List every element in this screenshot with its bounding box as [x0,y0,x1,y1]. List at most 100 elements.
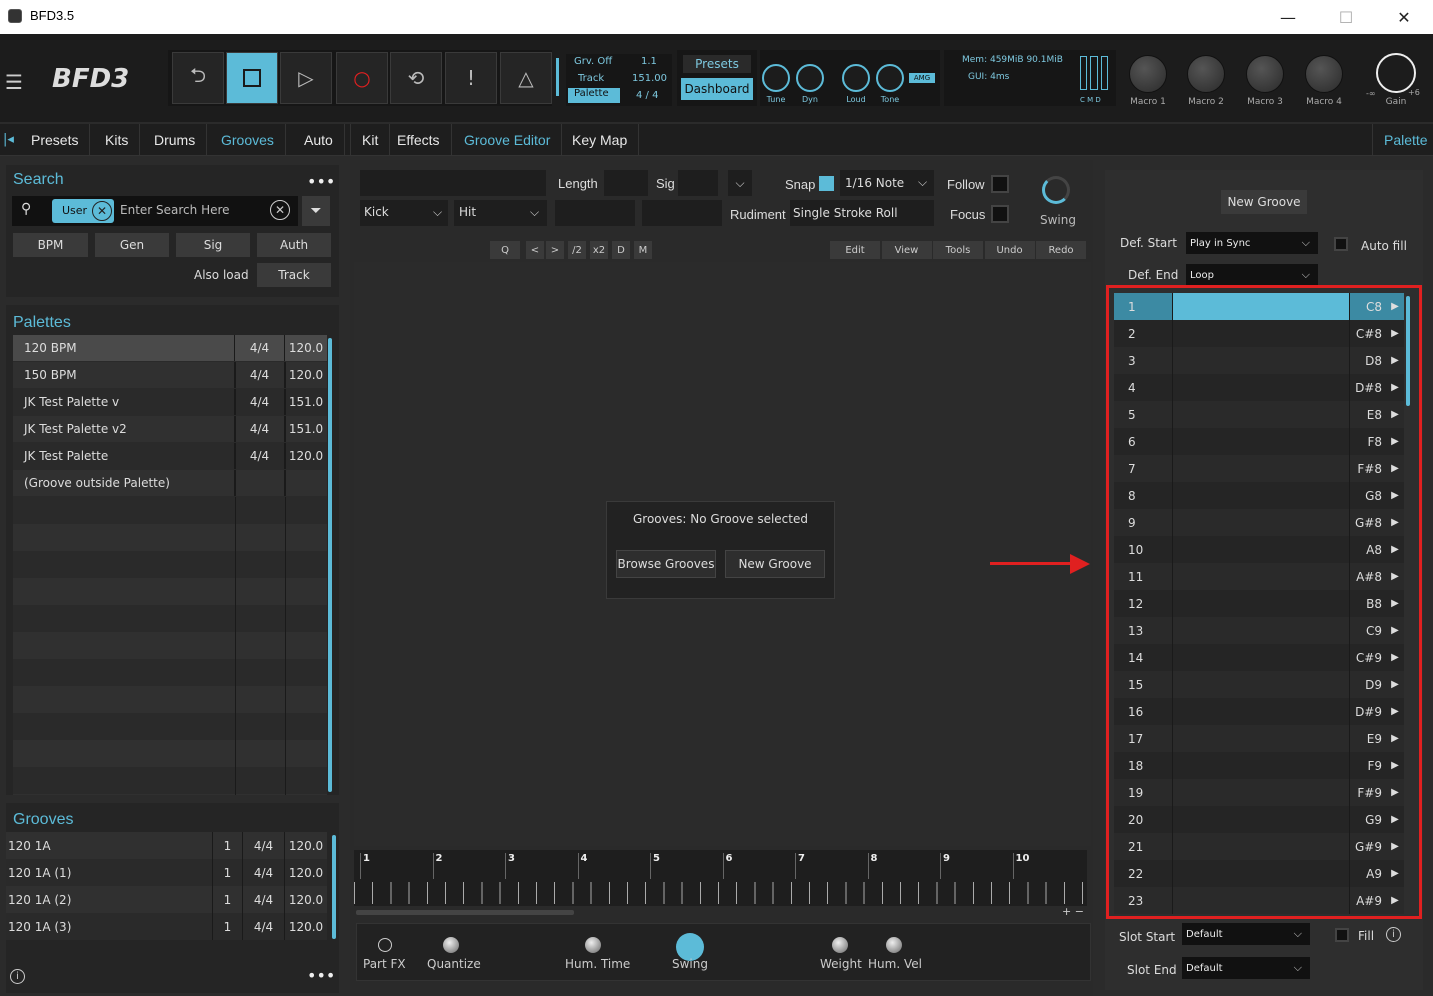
dashboard-button[interactable]: Dashboard [681,78,753,100]
tab-effects[interactable]: Effects [386,124,452,156]
edit-tool-button[interactable]: x2 [590,241,608,259]
def-start-dropdown[interactable]: Play in Sync ⌵ [1186,232,1318,254]
hum-time-control[interactable] [585,937,601,953]
tab-kit[interactable]: Kit [350,124,391,156]
edit-tool-button[interactable]: /2 [568,241,586,259]
stop-button[interactable] [226,52,278,104]
position-field[interactable] [642,200,722,226]
tab-presets[interactable]: Presets [20,124,91,156]
new-groove-button[interactable]: New Groove [1221,190,1307,214]
weight-control[interactable] [832,937,848,953]
palette-row[interactable]: (Groove outside Palette) [13,470,327,497]
filter-auth-button[interactable]: Auth [257,233,331,257]
slot-start-dropdown[interactable]: Default ⌵ [1182,923,1310,945]
editor-menu-redo[interactable]: Redo [1036,241,1086,259]
browse-grooves-button[interactable]: Browse Grooves [616,550,716,578]
loop-button[interactable]: ⟲ [390,52,442,104]
edit-tool-button[interactable]: < [526,241,544,259]
edit-tool-button[interactable]: Q [490,241,520,259]
track-button[interactable]: Track [257,263,331,287]
info-icon[interactable]: i [10,969,25,984]
editor-menu-edit[interactable]: Edit [830,241,880,259]
track-value[interactable]: 151.00 [632,73,667,84]
palettes-scrollbar[interactable] [328,338,332,792]
part-fx-control[interactable] [378,938,392,952]
quantize-control[interactable] [443,937,459,953]
tab-groove-editor[interactable]: Groove Editor [453,124,563,156]
record-button[interactable]: ○ [336,52,388,104]
loud-knob[interactable] [842,64,870,92]
zoom-icon[interactable]: + − [1062,905,1084,918]
snap-checkbox[interactable] [819,176,834,191]
groove-name-field[interactable] [360,170,546,196]
macro-3-knob[interactable] [1246,55,1284,93]
velocity-field[interactable] [555,200,635,226]
tune-knob[interactable] [762,64,790,92]
tab-auto[interactable]: Auto [293,124,345,156]
edit-tool-button[interactable]: > [546,241,564,259]
groove-row[interactable]: 120 1A (1) 1 4/4 120.0 [6,859,327,886]
info-icon[interactable]: i [1386,927,1401,942]
tab-drums[interactable]: Drums [143,124,208,156]
dyn-knob[interactable] [796,64,824,92]
groove-row[interactable]: 120 1A 1 4/4 120.0 [6,832,327,859]
palette-row[interactable]: JK Test Palette v 4/4 151.0 [13,389,327,416]
tab-key-map[interactable]: Key Map [561,124,640,156]
play-button[interactable]: ▷ [280,52,332,104]
macro-2-knob[interactable] [1187,55,1225,93]
grooves-scrollbar[interactable] [332,835,336,939]
macro-4-knob[interactable] [1305,55,1343,93]
sig-dropdown-icon[interactable]: ⌵ [728,170,752,196]
presets-button[interactable]: Presets [683,55,751,73]
filter-icon[interactable]: ⏷ [302,196,330,226]
tab-kits[interactable]: Kits [94,124,141,156]
tab-palette[interactable]: Palette [1372,124,1433,156]
palette-row[interactable]: JK Test Palette v2 4/4 151.0 [13,416,327,443]
undo-icon[interactable]: ⮌ [172,52,224,104]
edit-tool-button[interactable]: M [634,241,652,259]
close-button[interactable]: ✕ [1375,0,1433,34]
filter-bpm-button[interactable]: BPM [13,233,88,257]
grv-off-value[interactable]: 1.1 [641,56,657,67]
snap-dropdown[interactable]: 1/16 Note ⌵ [840,170,934,196]
swing-knob[interactable] [1042,176,1070,204]
def-end-dropdown[interactable]: Loop ⌵ [1186,264,1318,286]
clear-search-icon[interactable]: ✕ [270,200,290,220]
hit-dropdown[interactable]: Hit ⌵ [454,200,547,226]
timeline-scrollbar[interactable] [356,910,574,915]
fill-checkbox[interactable] [1335,928,1349,942]
new-groove-center-button[interactable]: New Groove [725,550,825,578]
macro-1-knob[interactable] [1129,55,1167,93]
editor-menu-view[interactable]: View [881,241,932,259]
palette-sig-value[interactable]: 4 / 4 [636,90,658,101]
search-more-icon[interactable]: ••• [307,172,335,191]
slot-end-dropdown[interactable]: Default ⌵ [1182,957,1310,979]
remove-tag-icon[interactable]: ✕ [92,201,112,221]
filter-gen-button[interactable]: Gen [95,233,169,257]
tone-knob[interactable] [876,64,904,92]
alert-button[interactable]: ! [445,52,497,104]
tab-grooves[interactable]: Grooves [210,124,286,156]
sig-field[interactable] [678,170,718,196]
gain-knob[interactable] [1376,53,1416,93]
hamburger-menu-icon[interactable]: ☰ [5,70,23,94]
hum-vel-control[interactable] [886,937,902,953]
groove-row[interactable]: 120 1A (3) 1 4/4 120.0 [6,913,327,940]
follow-checkbox[interactable] [991,175,1009,193]
edit-tool-button[interactable]: D [612,241,630,259]
auto-fill-checkbox[interactable] [1334,237,1348,251]
collapse-left-icon[interactable]: |◂ [3,132,14,147]
amg-badge[interactable]: AMG [909,73,935,83]
palette-row[interactable]: JK Test Palette 4/4 120.0 [13,443,327,470]
focus-checkbox[interactable] [991,205,1009,223]
maximize-button[interactable]: ☐ [1317,0,1375,34]
filter-sig-button[interactable]: Sig [176,233,250,257]
length-field[interactable] [604,170,648,196]
palette-row[interactable]: 120 BPM 4/4 120.0 [13,335,327,362]
editor-menu-undo[interactable]: Undo [984,241,1035,259]
grooves-more-icon[interactable]: ••• [307,966,335,985]
palette-row[interactable]: 150 BPM 4/4 120.0 [13,362,327,389]
metronome-icon[interactable]: △ [500,52,552,104]
minimize-button[interactable]: — [1259,0,1317,34]
editor-menu-tools[interactable]: Tools [933,241,983,259]
